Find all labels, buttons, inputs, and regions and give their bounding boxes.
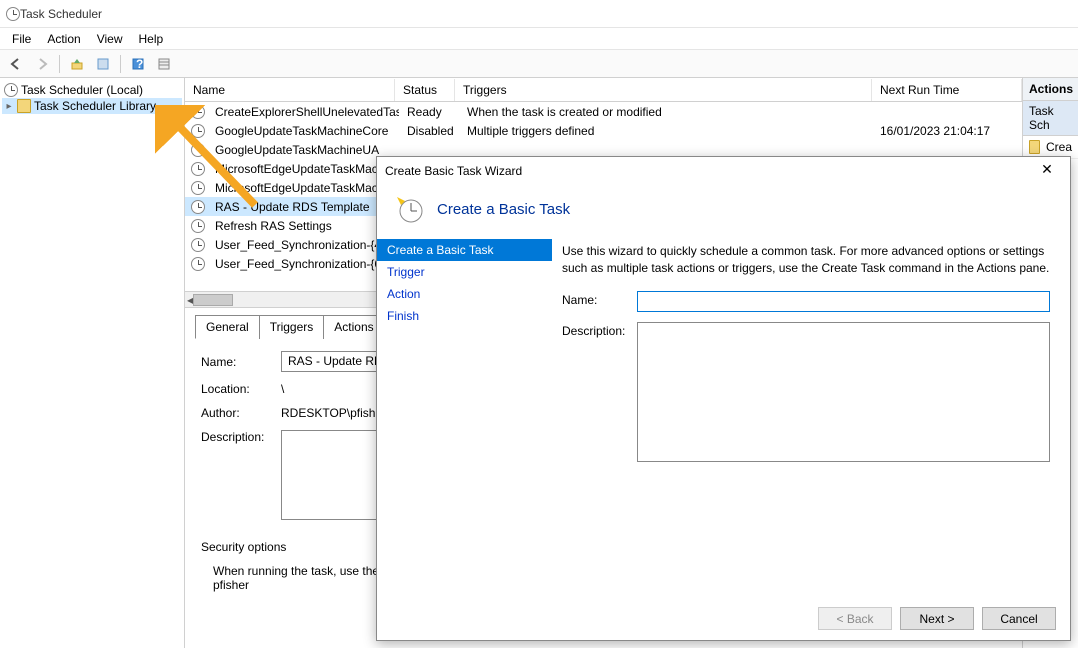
task-name: RAS - Update RDS Template — [207, 200, 399, 214]
tab-triggers[interactable]: Triggers — [259, 315, 325, 339]
window-title: Task Scheduler — [20, 7, 102, 21]
title-bar: Task Scheduler — [0, 0, 1078, 28]
col-name[interactable]: Name — [185, 79, 395, 101]
dialog-header: Create a Basic Task — [377, 185, 1070, 239]
toolbar: ? — [0, 50, 1078, 78]
task-icon — [191, 257, 205, 271]
task-icon — [191, 143, 205, 157]
wizard-desc-label: Description: — [562, 322, 637, 338]
tree-root[interactable]: Task Scheduler (Local) — [2, 82, 182, 98]
back-button[interactable] — [4, 53, 28, 75]
tree-root-label: Task Scheduler (Local) — [21, 83, 143, 97]
detail-location-label: Location: — [201, 382, 281, 396]
tree-library[interactable]: ▸ Task Scheduler Library — [2, 98, 182, 114]
task-name: User_Feed_Synchronization-{47 — [207, 238, 399, 252]
task-triggers: When the task is created or modified — [459, 105, 872, 119]
next-button[interactable]: Next > — [900, 607, 974, 630]
chevron-right-icon[interactable]: ▸ — [4, 101, 14, 112]
dialog-heading: Create a Basic Task — [437, 201, 570, 218]
dialog-title: Create Basic Task Wizard — [385, 164, 522, 178]
detail-author-label: Author: — [201, 406, 281, 420]
create-basic-task-wizard: Create Basic Task Wizard ✕ Create a Basi… — [376, 156, 1071, 641]
task-icon — [191, 219, 205, 233]
create-task-icon — [1029, 140, 1040, 154]
tree-library-label: Task Scheduler Library — [34, 99, 156, 113]
tree-panel: Task Scheduler (Local) ▸ Task Scheduler … — [0, 78, 185, 648]
task-name: GoogleUpdateTaskMachineUA — [207, 143, 399, 157]
step-trigger[interactable]: Trigger — [377, 261, 552, 283]
col-triggers[interactable]: Triggers — [455, 79, 872, 101]
tab-general[interactable]: General — [195, 315, 260, 339]
col-status[interactable]: Status — [395, 79, 455, 101]
menu-bar: File Action View Help — [0, 28, 1078, 50]
dialog-titlebar[interactable]: Create Basic Task Wizard ✕ — [377, 157, 1070, 185]
task-headers: Name Status Triggers Next Run Time — [185, 78, 1022, 102]
wizard-icon — [393, 193, 425, 225]
task-row[interactable]: CreateExplorerShellUnelevatedTaskReadyWh… — [185, 102, 1022, 121]
actions-group: Task Sch — [1023, 101, 1078, 136]
task-name: Refresh RAS Settings — [207, 219, 399, 233]
task-row[interactable]: GoogleUpdateTaskMachineCoreDisabledMulti… — [185, 121, 1022, 140]
wizard-intro: Use this wizard to quickly schedule a co… — [562, 243, 1050, 277]
task-name: GoogleUpdateTaskMachineCore — [207, 124, 399, 138]
menu-view[interactable]: View — [89, 30, 131, 48]
dialog-buttons: < Back Next > Cancel — [377, 597, 1070, 640]
back-button[interactable]: < Back — [818, 607, 892, 630]
detail-location-value: \ — [281, 382, 284, 396]
task-name: CreateExplorerShellUnelevatedTask — [207, 105, 399, 119]
task-name: User_Feed_Synchronization-{60 — [207, 257, 399, 271]
detail-description-label: Description: — [201, 430, 281, 444]
help-button[interactable]: ? — [126, 53, 150, 75]
task-triggers: Multiple triggers defined — [459, 124, 872, 138]
menu-action[interactable]: Action — [39, 30, 88, 48]
detail-author-value: RDESKTOP\pfisher — [281, 406, 386, 420]
task-status: Ready — [399, 105, 459, 119]
task-icon — [191, 238, 205, 252]
properties-button[interactable] — [91, 53, 115, 75]
view-button[interactable] — [152, 53, 176, 75]
forward-button[interactable] — [30, 53, 54, 75]
folder-icon — [17, 99, 31, 113]
wizard-steps: Create a Basic Task Trigger Action Finis… — [377, 239, 552, 597]
actions-header: Actions — [1023, 78, 1078, 101]
wizard-content: Use this wizard to quickly schedule a co… — [552, 239, 1070, 597]
detail-name-label: Name: — [201, 355, 281, 369]
step-action[interactable]: Action — [377, 283, 552, 305]
menu-help[interactable]: Help — [131, 30, 172, 48]
svg-text:?: ? — [136, 57, 143, 71]
wizard-name-input[interactable] — [637, 291, 1050, 312]
up-button[interactable] — [65, 53, 89, 75]
task-icon — [191, 181, 205, 195]
menu-file[interactable]: File — [4, 30, 39, 48]
cancel-button[interactable]: Cancel — [982, 607, 1056, 630]
wizard-desc-input[interactable] — [637, 322, 1050, 462]
step-finish[interactable]: Finish — [377, 305, 552, 327]
close-icon[interactable]: ✕ — [1032, 161, 1062, 181]
task-icon — [191, 162, 205, 176]
task-icon — [191, 105, 205, 119]
task-icon — [191, 124, 205, 138]
col-next[interactable]: Next Run Time — [872, 79, 1022, 101]
step-create[interactable]: Create a Basic Task — [377, 239, 552, 261]
task-status: Disabled — [399, 124, 459, 138]
task-next: 16/01/2023 21:04:17 — [872, 124, 1022, 138]
wizard-name-label: Name: — [562, 291, 637, 307]
task-icon — [191, 200, 205, 214]
task-name: MicrosoftEdgeUpdateTaskMac — [207, 162, 399, 176]
task-name: MicrosoftEdgeUpdateTaskMac — [207, 181, 399, 195]
scheduler-icon — [4, 83, 18, 97]
app-icon — [6, 7, 20, 21]
